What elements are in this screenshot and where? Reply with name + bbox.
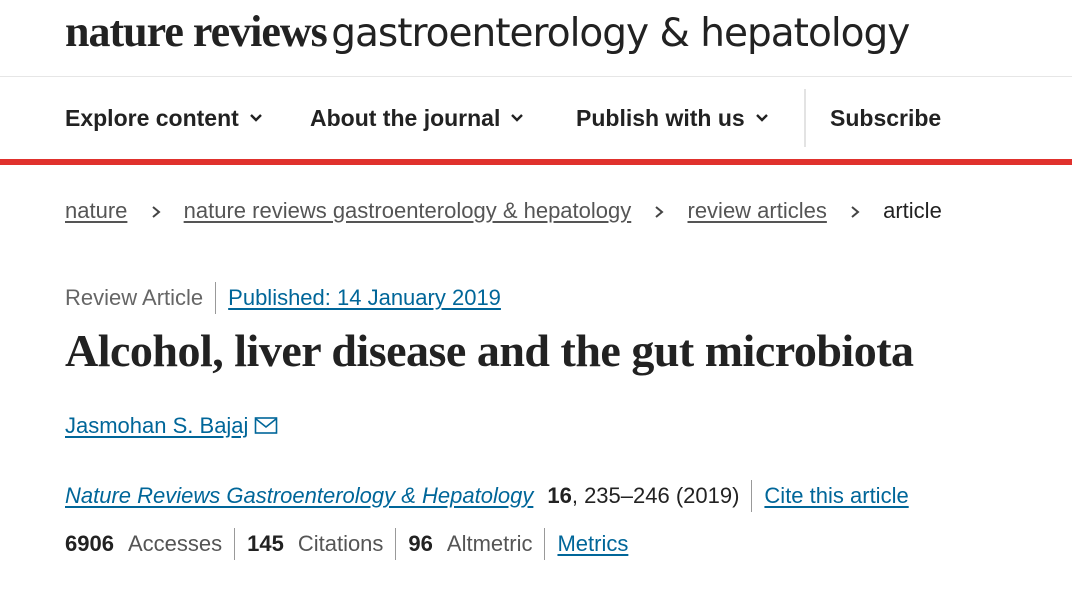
metrics-link[interactable]: Metrics <box>557 531 628 557</box>
chevron-right-icon <box>851 206 860 218</box>
brand-bold: nature reviews <box>65 7 328 56</box>
author-link[interactable]: Jasmohan S. Bajaj <box>65 413 248 439</box>
nav-divider <box>804 89 806 147</box>
citations-label: Citations <box>297 531 384 556</box>
subscribe-link[interactable]: Subscribe <box>830 77 941 159</box>
chevron-right-icon <box>655 206 664 218</box>
altmetric-label: Altmetric <box>446 531 533 556</box>
accesses-count: 6906 <box>65 531 114 556</box>
page-range: , 235–246 (2019) <box>571 483 740 508</box>
citation-divider <box>751 480 753 512</box>
nav-about-journal[interactable]: About the journal <box>310 77 525 159</box>
nav-explore-content-label: Explore content <box>65 104 239 131</box>
altmetric-count: 96 <box>408 531 433 556</box>
nav-about-journal-label: About the journal <box>310 104 501 131</box>
article-title: Alcohol, liver disease and the gut micro… <box>65 325 914 376</box>
cite-this-article-link[interactable]: Cite this article <box>764 483 908 509</box>
chevron-down-icon <box>755 114 768 122</box>
breadcrumb-review-articles[interactable]: review articles <box>688 198 827 223</box>
meta-divider <box>215 282 217 314</box>
metrics-divider <box>395 528 397 560</box>
subscribe-label: Subscribe <box>830 104 942 131</box>
main-nav: Explore content About the journal Publis… <box>0 77 1072 165</box>
breadcrumb-journal[interactable]: nature reviews gastroenterology & hepato… <box>184 198 632 223</box>
article-meta: Review Article Published: 14 January 201… <box>65 282 501 314</box>
metrics-divider <box>544 528 546 560</box>
journal-logo-link[interactable]: nature reviews gastroenterology & hepato… <box>65 6 910 57</box>
volume-number: 16 <box>547 483 572 508</box>
published-date-link[interactable]: Published: 14 January 2019 <box>228 285 501 311</box>
chevron-down-icon <box>249 114 262 122</box>
envelope-icon[interactable] <box>254 416 278 436</box>
accesses-label: Accesses <box>127 531 223 556</box>
article-type: Review Article <box>65 285 204 310</box>
breadcrumb: nature nature reviews gastroenterology &… <box>65 198 942 224</box>
masthead: nature reviews gastroenterology & hepato… <box>0 0 1072 77</box>
breadcrumb-nature[interactable]: nature <box>65 198 127 223</box>
citations-count: 145 <box>247 531 284 556</box>
author-line: Jasmohan S. Bajaj <box>65 413 278 439</box>
brand-light: gastroenterology & hepatology <box>331 11 910 56</box>
nav-publish-with-us[interactable]: Publish with us <box>576 77 770 159</box>
nav-publish-with-us-label: Publish with us <box>576 104 745 131</box>
citation-line: Nature Reviews Gastroenterology & Hepato… <box>65 480 909 512</box>
nav-explore-content[interactable]: Explore content <box>65 77 264 159</box>
metrics-bar: 6906 Accesses 145 Citations 96 Altmetric… <box>65 528 628 560</box>
breadcrumb-current: article <box>883 198 942 223</box>
metrics-divider <box>234 528 236 560</box>
chevron-down-icon <box>511 114 524 122</box>
journal-name-link[interactable]: Nature Reviews Gastroenterology & Hepato… <box>65 483 533 509</box>
chevron-right-icon <box>151 206 161 218</box>
